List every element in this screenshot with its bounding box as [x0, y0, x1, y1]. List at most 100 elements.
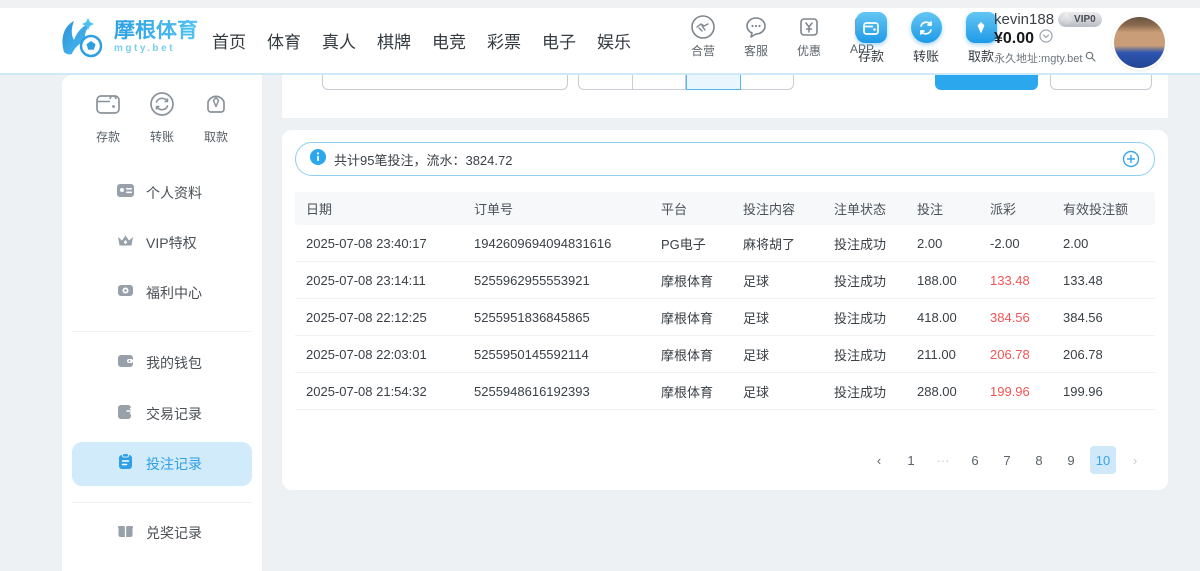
cell-valid-stake: 133.48: [1052, 273, 1155, 288]
sidebar-item-profile[interactable]: 个人资料: [72, 171, 252, 215]
search-button[interactable]: [935, 75, 1038, 90]
menu-divider: [72, 331, 252, 332]
pagination-page-8[interactable]: 8: [1026, 446, 1052, 474]
cell-valid-stake: 199.96: [1052, 384, 1155, 399]
sidebar: 存款 转账 取款 个人资料 VIP特权: [62, 75, 262, 571]
col-header-order-no: 订单号: [463, 199, 650, 218]
nav-item-lottery[interactable]: 彩票: [487, 28, 521, 53]
col-header-platform: 平台: [650, 199, 732, 218]
service-support[interactable]: 客服: [737, 14, 775, 59]
col-header-stake: 投注: [906, 199, 979, 218]
pagination: ‹ 1 ··· 6 7 8 9 10 ›: [866, 446, 1148, 474]
withdraw-label: 取款: [968, 46, 994, 65]
nav-item-live[interactable]: 真人: [322, 28, 356, 53]
col-header-payout: 派彩: [979, 199, 1052, 218]
cell-platform: 摩根体育: [650, 308, 732, 327]
service-label: 合营: [691, 42, 715, 59]
service-promo[interactable]: 优惠: [790, 14, 828, 59]
pagination-page-6[interactable]: 6: [962, 446, 988, 474]
cell-status: 投注成功: [823, 308, 906, 327]
date-range-option-1[interactable]: [578, 75, 633, 90]
cell-payout: 133.48: [979, 273, 1052, 288]
plus-circle-icon[interactable]: [1122, 150, 1140, 168]
chevron-down-icon[interactable]: [1039, 29, 1053, 48]
sidebar-item-wallet[interactable]: 我的钱包: [72, 341, 252, 385]
vip-level: VIP0: [1074, 14, 1096, 25]
service-label: 优惠: [797, 42, 821, 59]
date-range-option-3-selected[interactable]: [686, 75, 741, 90]
nav-item-home[interactable]: 首页: [212, 28, 246, 53]
cell-bet-content: 足球: [732, 308, 823, 327]
cell-date: 2025-07-08 23:14:11: [295, 273, 463, 288]
pagination-page-7[interactable]: 7: [994, 446, 1020, 474]
cell-platform: 摩根体育: [650, 382, 732, 401]
nav-item-esports[interactable]: 电竞: [432, 28, 466, 53]
pagination-ellipsis[interactable]: ···: [930, 446, 956, 474]
transfer-outline-icon: [147, 89, 177, 124]
brand-logo-icon: [58, 14, 106, 60]
cell-valid-stake: 2.00: [1052, 236, 1155, 251]
sidebar-item-benefits[interactable]: 福利中心: [72, 271, 252, 315]
cell-status: 投注成功: [823, 345, 906, 364]
main-nav: 首页 体育 真人 棋牌 电竞 彩票 电子 娱乐: [212, 8, 631, 72]
sidebar-quick-actions: 存款 转账 取款: [62, 75, 262, 145]
pagination-page-9[interactable]: 9: [1058, 446, 1084, 474]
sidebar-item-label: 兑奖记录: [146, 523, 202, 543]
service-partner[interactable]: 合营: [684, 14, 722, 59]
quick-label: 存款: [96, 128, 120, 145]
pagination-page-10-active[interactable]: 10: [1090, 446, 1116, 474]
deposit-label: 存款: [858, 46, 884, 65]
summary-text: 共计95笔投注，流水：3824.72: [334, 150, 512, 169]
pagination-prev-button[interactable]: ‹: [866, 446, 892, 474]
benefits-icon: [116, 281, 135, 305]
date-range-option-2[interactable]: [633, 75, 687, 90]
quick-label: 转账: [150, 128, 174, 145]
sidebar-item-prize-records[interactable]: 兑奖记录: [72, 511, 252, 555]
menu-divider: [72, 502, 252, 503]
cell-order-no: 5255951836845865: [463, 310, 650, 325]
brand-logo[interactable]: 摩根体育 mgty.bet: [58, 14, 198, 60]
cell-bet-content: 足球: [732, 345, 823, 364]
cell-order-no: 5255962955553921: [463, 273, 650, 288]
crown-icon: [116, 231, 135, 255]
bet-records-panel: 共计95笔投注，流水：3824.72 日期 订单号 平台 投注内容 注单状态 投…: [282, 130, 1168, 490]
sidebar-item-transactions[interactable]: 交易记录: [72, 392, 252, 436]
avatar[interactable]: [1114, 17, 1165, 68]
cell-platform: 摩根体育: [650, 271, 732, 290]
nav-item-sports[interactable]: 体育: [267, 28, 301, 53]
wallet-action-group: 存款 转账 取款: [851, 12, 1001, 65]
transfer-button[interactable]: 转账: [906, 12, 946, 65]
sidebar-transfer-button[interactable]: 转账: [147, 89, 177, 145]
filter-select-input[interactable]: [322, 75, 568, 90]
cell-stake: 418.00: [906, 310, 979, 325]
nav-item-cards[interactable]: 棋牌: [377, 28, 411, 53]
date-range-segment: [578, 75, 794, 90]
col-header-status: 注单状态: [823, 199, 906, 218]
withdraw-icon: [966, 12, 997, 43]
sidebar-deposit-button[interactable]: 存款: [93, 89, 123, 145]
sidebar-item-label: 交易记录: [146, 404, 202, 424]
cell-order-no: 5255950145592114: [463, 347, 650, 362]
username[interactable]: kevin188: [994, 11, 1054, 28]
table-row: 2025-07-08 23:40:17 1942609694094831616 …: [295, 225, 1155, 262]
sidebar-item-bet-records[interactable]: 投注记录: [72, 442, 252, 486]
nav-item-entertainment[interactable]: 娱乐: [597, 28, 631, 53]
customer-service-icon: [743, 14, 769, 40]
bet-records-icon: [116, 452, 135, 476]
prize-records-icon: [116, 521, 135, 545]
deposit-button[interactable]: 存款: [851, 12, 891, 65]
cell-status: 投注成功: [823, 234, 906, 253]
promo-icon: [796, 14, 822, 40]
cell-bet-content: 足球: [732, 271, 823, 290]
magnifier-icon[interactable]: [1085, 51, 1096, 65]
sidebar-item-vip[interactable]: VIP特权: [72, 221, 252, 265]
wallet-icon: [116, 351, 135, 375]
deposit-icon: [856, 12, 887, 43]
sidebar-withdraw-button[interactable]: 取款: [201, 89, 231, 145]
nav-item-slots[interactable]: 电子: [542, 28, 576, 53]
reset-button[interactable]: [1050, 75, 1152, 90]
pagination-page-1[interactable]: 1: [898, 446, 924, 474]
pagination-next-button[interactable]: ›: [1122, 446, 1148, 474]
date-range-option-4[interactable]: [741, 75, 795, 90]
cell-valid-stake: 384.56: [1052, 310, 1155, 325]
